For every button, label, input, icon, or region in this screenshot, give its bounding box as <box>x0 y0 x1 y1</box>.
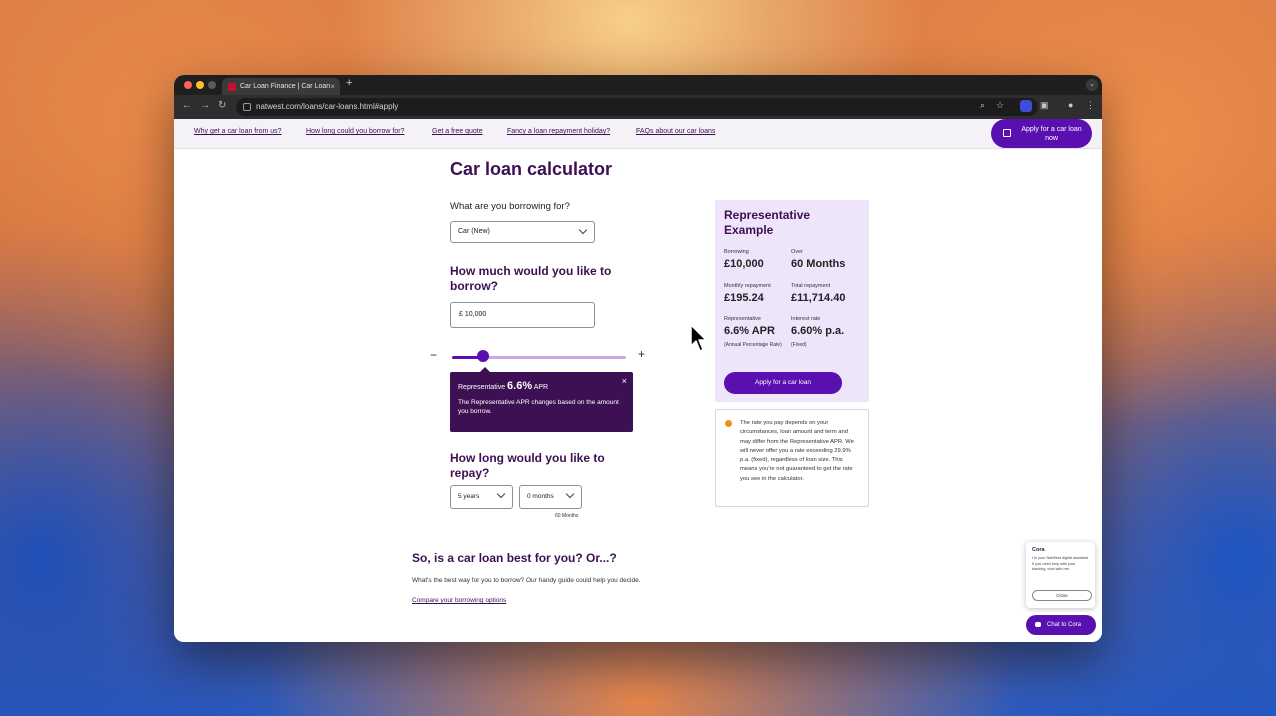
representative-label: Representative <box>724 316 761 322</box>
amount-heading: How much would you like to borrow? <box>450 264 612 293</box>
extension-icon[interactable] <box>1020 100 1032 112</box>
close-icon[interactable]: × <box>622 376 627 386</box>
representative-apr-value: 6.6% APR <box>724 325 775 337</box>
apr-tooltip: Representative 6.6% APR The Representati… <box>450 367 633 432</box>
browser-window: Car Loan Finance | Car Loan × + ⌄ ← → ↻ … <box>174 75 1102 642</box>
decrease-amount-button[interactable]: − <box>430 348 437 362</box>
interest-rate-label: Interest rate <box>791 316 821 322</box>
browser-menu-icon[interactable]: ⋮ <box>1086 100 1095 111</box>
subnav-link-faqs[interactable]: FAQs about our car loans <box>636 128 715 135</box>
monthly-repayment-value: £195.24 <box>724 292 764 304</box>
borrowing-label: Borrowing <box>724 249 749 255</box>
info-icon <box>725 420 732 427</box>
over-value: 60 Months <box>791 258 846 270</box>
extensions-puzzle-icon[interactable]: ▣ <box>1040 100 1049 111</box>
zoom-icon[interactable]: ⌕ <box>980 100 985 111</box>
amount-input[interactable]: £ 10,000 <box>450 302 595 328</box>
total-months-note: 60 Months <box>555 513 579 519</box>
browser-toolbar: ← → ↻ natwest.com/loans/car-loans.html#a… <box>174 95 1102 119</box>
bookmark-star-icon[interactable]: ☆ <box>996 100 1004 111</box>
url-text: natwest.com/loans/car-loans.html#apply <box>256 102 399 111</box>
years-select-value: 5 years <box>458 493 480 500</box>
amount-slider-thumb[interactable] <box>477 350 490 362</box>
borrowing-value: £10,000 <box>724 258 764 270</box>
car-loan-best-heading: So, is a car loan best for you? Or...? <box>412 551 617 565</box>
years-select[interactable]: 5 years <box>450 485 513 509</box>
apr-tooltip-rate: 6.6% <box>507 380 533 392</box>
over-label: Over <box>791 249 803 255</box>
chat-button-label: Chat to Cora <box>1047 622 1082 628</box>
tab-close-icon[interactable]: × <box>330 78 335 95</box>
tab-search-icon[interactable]: ⌄ <box>1086 79 1098 91</box>
increase-amount-button[interactable]: + <box>638 347 645 361</box>
apr-tooltip-heading: Representative 6.6% APR <box>458 380 625 392</box>
apply-top-label: Apply for a car loan now <box>1021 126 1082 142</box>
cora-close-button[interactable]: Close <box>1032 590 1092 601</box>
fixed-note: (Fixed) <box>791 342 807 348</box>
apr-tooltip-prefix: Representative <box>458 384 506 391</box>
guide-text: What's the best way for you to borrow? O… <box>412 577 641 584</box>
chat-bubble-icon <box>1035 622 1041 627</box>
profile-icon[interactable]: ● <box>1068 100 1073 110</box>
months-select[interactable]: 0 months <box>519 485 582 509</box>
subnav-link-how-long[interactable]: How long could you borrow for? <box>306 128 404 135</box>
page-title: Car loan calculator <box>450 159 613 179</box>
minimize-window-button[interactable] <box>196 81 204 89</box>
compare-borrowing-link[interactable]: Compare your borrowing options <box>412 597 506 604</box>
site-settings-icon[interactable] <box>243 103 251 111</box>
section-subnav: Why get a car loan from us? How long cou… <box>174 119 1102 149</box>
total-repayment-label: Total repayment <box>791 283 831 289</box>
apr-tooltip-suffix: APR <box>533 384 549 391</box>
total-repayment-value: £11,714.40 <box>791 292 846 304</box>
browser-titlebar: Car Loan Finance | Car Loan × + ⌄ <box>174 75 1102 95</box>
apply-for-car-loan-button[interactable]: Apply for a car loan <box>724 372 842 394</box>
apr-note: (Annual Percentage Rate) <box>724 342 782 348</box>
natwest-favicon-icon <box>228 83 236 91</box>
term-heading: How long would you like to repay? <box>450 451 605 480</box>
subnav-link-quote[interactable]: Get a free quote <box>432 128 483 135</box>
subnav-link-why[interactable]: Why get a car loan from us? <box>194 128 282 135</box>
cora-title: Cora <box>1032 547 1045 553</box>
web-page: Why get a car loan from us? How long cou… <box>174 119 1102 642</box>
browser-tab[interactable]: Car Loan Finance | Car Loan × <box>222 78 340 95</box>
months-select-value: 0 months <box>527 493 554 500</box>
purpose-select[interactable]: Car (New) <box>450 221 595 243</box>
subnav-link-holiday[interactable]: Fancy a loan repayment holiday? <box>507 128 610 135</box>
rep-example-title: Representative Example <box>724 208 811 237</box>
forward-arrow-icon[interactable]: → <box>200 100 210 111</box>
purpose-select-value: Car (New) <box>458 228 490 235</box>
chevron-down-icon <box>578 225 588 235</box>
chevron-down-icon <box>565 489 575 499</box>
interest-rate-value: 6.60% p.a. <box>791 325 845 337</box>
cora-popup: Cora I'm your NatWest digital assistant.… <box>1026 542 1095 608</box>
reload-icon[interactable]: ↻ <box>218 100 226 111</box>
chevron-down-icon <box>496 489 506 499</box>
new-tab-button[interactable]: + <box>346 77 352 89</box>
cora-message: I'm your NatWest digital assistant. If y… <box>1032 556 1089 571</box>
representative-example-card: Representative Example Borrowing £10,000… <box>715 200 869 402</box>
zoom-window-button[interactable] <box>208 81 216 89</box>
chat-to-cora-button[interactable]: Chat to Cora <box>1026 615 1096 635</box>
rate-info-text: The rate you pay depends on your circums… <box>740 420 854 482</box>
mouse-pointer-icon <box>690 324 707 352</box>
apply-car-loan-now-button[interactable]: Apply for a car loan now <box>991 119 1092 148</box>
back-arrow-icon[interactable]: ← <box>182 100 192 111</box>
purpose-question: What are you borrowing for? <box>450 201 570 212</box>
apr-tooltip-text: The Representative APR changes based on … <box>458 399 619 415</box>
tab-title: Car Loan Finance | Car Loan <box>240 83 331 90</box>
close-window-button[interactable] <box>184 81 192 89</box>
monthly-repayment-label: Monthly repayment <box>724 283 771 289</box>
rate-info-card: The rate you pay depends on your circums… <box>715 409 869 507</box>
address-bar[interactable]: natwest.com/loans/car-loans.html#apply <box>236 98 1038 116</box>
external-link-icon <box>1003 129 1011 137</box>
